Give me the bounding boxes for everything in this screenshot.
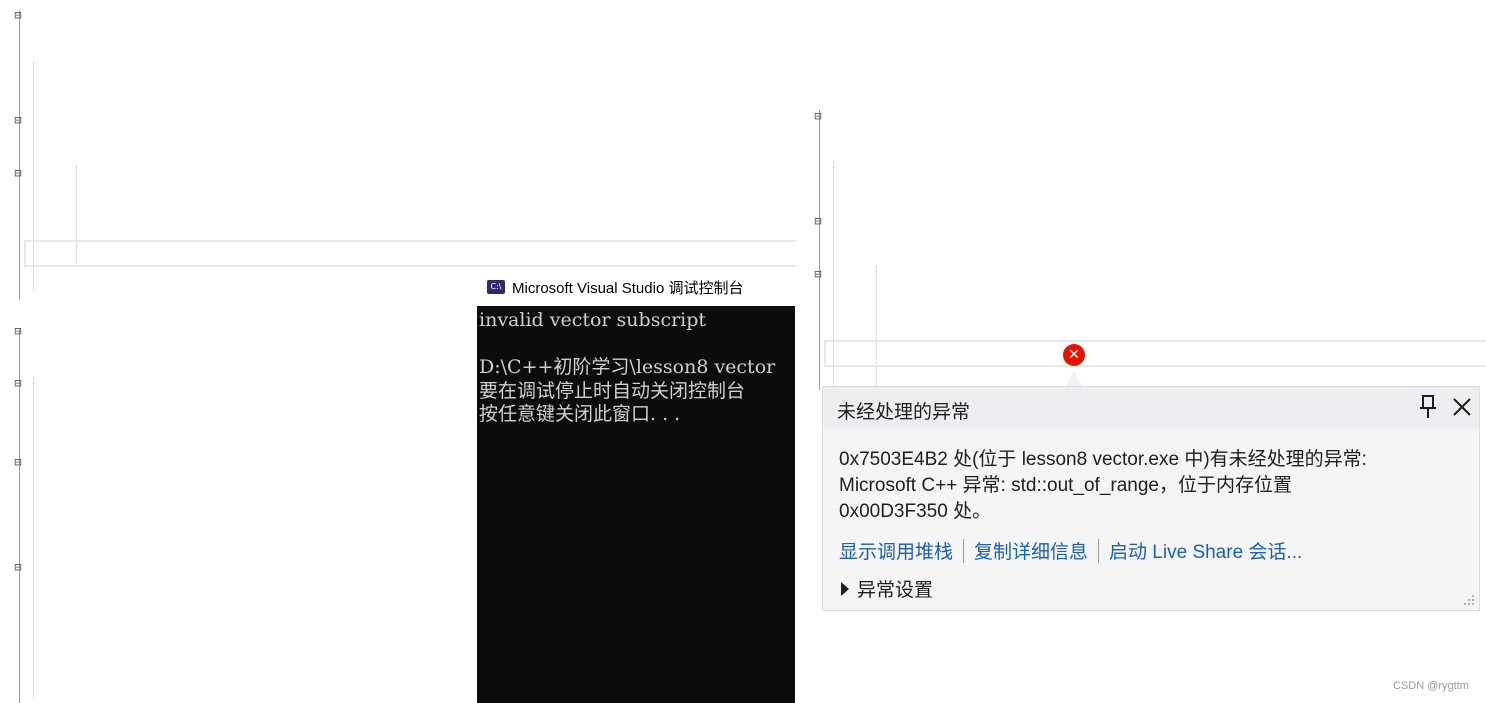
- console-title: Microsoft Visual Studio 调试控制台: [512, 279, 744, 297]
- fold-toggle-icon[interactable]: ⊟: [814, 103, 823, 129]
- watermark: CSDN @rygttm: [1393, 680, 1469, 692]
- fold-toggle-icon[interactable]: ⊟: [13, 318, 23, 344]
- pin-icon[interactable]: [1417, 393, 1439, 421]
- console-line: D:\C++初阶学习\lesson8 vector: [479, 356, 776, 378]
- code-editor-right[interactable]: ⊟ ⊟ ⊟: [814, 100, 1486, 390]
- fold-toggle-icon[interactable]: ⊟: [13, 160, 23, 186]
- indent-guide: [33, 378, 34, 698]
- popup-pointer: [1066, 370, 1082, 386]
- exception-message-line: 0x00D3F350 处。: [839, 501, 992, 522]
- console-line: 按任意键关闭此窗口. . .: [479, 403, 681, 425]
- close-icon[interactable]: [1450, 395, 1474, 419]
- popup-links: 显示调用堆栈 复制详细信息 启动 Live Share 会话...: [839, 537, 1302, 564]
- debug-console-window[interactable]: C:\ Microsoft Visual Studio 调试控制台 invali…: [477, 268, 795, 703]
- exception-helper-popup: 未经处理的异常 0x7503E4B2 处(位于 lesson8 vector.e…: [822, 386, 1480, 611]
- current-line-highlight: [824, 340, 1486, 367]
- indent-guide: [876, 266, 877, 390]
- popup-title: 未经处理的异常: [837, 402, 971, 423]
- current-line-highlight: [24, 240, 796, 267]
- copy-details-link[interactable]: 复制详细信息: [974, 537, 1088, 564]
- fold-toggle-icon[interactable]: ⊟: [814, 208, 823, 234]
- start-live-share-link[interactable]: 启动 Live Share 会话...: [1109, 537, 1302, 564]
- fold-toggle-icon[interactable]: ⊟: [13, 370, 23, 396]
- console-app-icon: C:\: [487, 280, 505, 294]
- link-separator: [1098, 538, 1100, 563]
- console-line: 要在调试停止时自动关闭控制台: [479, 379, 746, 402]
- link-separator: [963, 538, 965, 563]
- fold-toggle-icon[interactable]: ⊟: [13, 554, 23, 580]
- fold-toggle-icon[interactable]: ⊟: [814, 261, 823, 287]
- scope-line: [819, 110, 820, 390]
- console-titlebar[interactable]: C:\ Microsoft Visual Studio 调试控制台: [477, 268, 795, 306]
- fold-toggle-icon[interactable]: ⊟: [13, 107, 23, 133]
- caret-right-icon: [841, 581, 849, 596]
- show-call-stack-link[interactable]: 显示调用堆栈: [839, 537, 953, 564]
- fold-toggle-icon[interactable]: ⊟: [13, 2, 23, 28]
- popup-header: 未经处理的异常: [823, 387, 1479, 429]
- error-icon[interactable]: ✕: [1063, 344, 1085, 366]
- scope-line: [19, 10, 20, 300]
- exception-settings-toggle[interactable]: 异常设置: [841, 575, 933, 602]
- exception-message-line: 0x7503E4B2 处(位于 lesson8 vector.exe 中)有未经…: [839, 449, 1367, 470]
- exception-settings-label: 异常设置: [857, 580, 934, 601]
- console-line: invalid vector subscript: [479, 309, 707, 331]
- fold-toggle-icon[interactable]: ⊟: [13, 449, 23, 475]
- resize-grip-icon[interactable]: [1461, 592, 1475, 606]
- exception-message-line: Microsoft C++ 异常: std::out_of_range，位于内存…: [839, 475, 1292, 496]
